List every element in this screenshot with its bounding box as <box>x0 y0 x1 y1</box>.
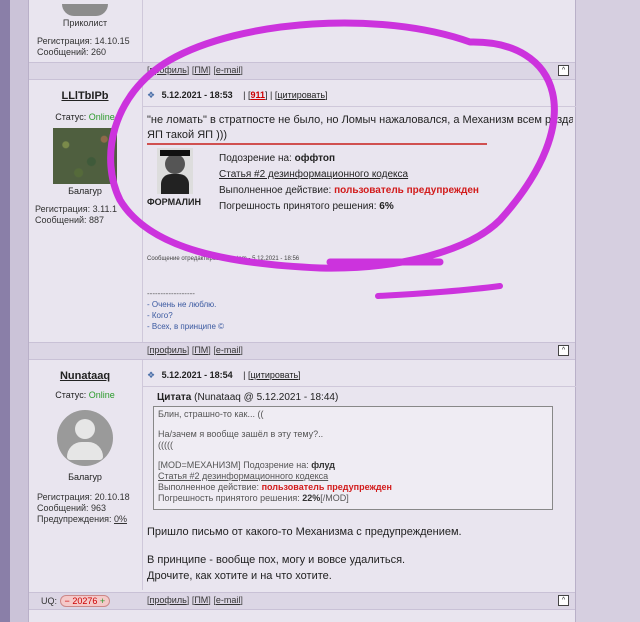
post-footer-row: UQ: − 20276 + [профиль] [ПМ] [e-mail] ^ <box>29 592 575 610</box>
post-date: 5.12.2021 - 18:53 <box>161 90 233 100</box>
mod-action: Выполненное действие: пользователь преду… <box>219 185 479 196</box>
edited-note: Сообщение отредактировал system - 5.12.2… <box>147 256 300 262</box>
registration-date: Регистрация: 3.11.1 <box>35 204 117 214</box>
message-count: Сообщений: 963 <box>37 503 107 513</box>
moderator-caption: ФОРМАЛИН <box>147 197 201 207</box>
mod-article: Статья #2 дезинформационного кодекса <box>219 169 409 180</box>
author-column: Nunataaq Статус: Online Балагур Регистра… <box>29 360 141 590</box>
left-sidebar-rail <box>0 0 10 622</box>
registration-date: Регистрация: 20.10.18 <box>37 492 130 502</box>
post-footer-links: [профиль] [ПМ] [e-mail] <box>147 595 243 605</box>
post-footer-row: [профиль] [ПМ] [e-mail] ^ <box>29 62 575 80</box>
quote-block: Блин, страшно-то как... (( На/зачем я во… <box>153 406 553 510</box>
post-link-icon[interactable]: ❖ <box>147 90 155 100</box>
moderator-avatar <box>157 148 193 194</box>
pm-link[interactable]: ПМ <box>194 65 208 75</box>
post-header: ❖ 5.12.2021 - 18:54 | [цитировать] <box>147 370 301 380</box>
author-column: Приколист Регистрация: 14.10.15 Сообщени… <box>29 0 141 62</box>
header-divider <box>143 106 576 107</box>
quote-link[interactable]: цитировать <box>277 90 325 100</box>
pm-link[interactable]: ПМ <box>194 595 208 605</box>
post-date: 5.12.2021 - 18:54 <box>161 370 233 380</box>
pm-link[interactable]: ПМ <box>194 345 208 355</box>
registration-date: Регистрация: 14.10.15 <box>37 36 130 46</box>
minus-icon[interactable]: − <box>65 596 70 606</box>
quote-header: Цитата (Nunataaq @ 5.12.2021 - 18:44) <box>157 392 339 403</box>
post-text: Пришло письмо от какого-то Механизма с п… <box>147 526 462 582</box>
mod-suspicion: Подозрение на: оффтоп <box>219 153 336 164</box>
message-count: Сообщений: 260 <box>37 47 107 57</box>
message-count: Сообщений: 887 <box>35 215 105 225</box>
left-sidebar-gutter <box>10 0 28 622</box>
moderation-block: ФОРМАЛИН Подозрение на: оффтоп Статья #2… <box>147 148 567 212</box>
plus-icon[interactable]: + <box>100 596 105 606</box>
author-nick: Приколист <box>62 18 108 28</box>
avatar <box>62 4 108 16</box>
post-number-link[interactable]: 911 <box>251 90 266 100</box>
moderation-divider <box>147 143 487 145</box>
message-column: ❖ 5.12.2021 - 18:53 | [911] | [цитироват… <box>142 80 576 342</box>
author-nick[interactable]: LLlTbIPb <box>61 90 108 102</box>
author-rank: Балагур <box>68 186 102 196</box>
scroll-top-icon[interactable]: ^ <box>558 595 569 606</box>
email-link[interactable]: e-mail <box>216 65 241 75</box>
post-text: "не ломать" в стратпосте не было, но Лом… <box>147 114 573 141</box>
avatar <box>53 128 117 184</box>
quote-mod: [MOD=МЕХАНИЗМ] Подозрение на: флуд <box>158 460 336 470</box>
post-footer-row: [профиль] [ПМ] [e-mail] ^ <box>29 342 575 360</box>
author-rank: Балагур <box>68 472 102 482</box>
message-column: ❖ 5.12.2021 - 18:54 | [цитировать] Цитат… <box>142 360 576 590</box>
mod-error: Погрешность принятого решения: 6% <box>219 201 394 212</box>
post-header: ❖ 5.12.2021 - 18:53 | [911] | [цитироват… <box>147 90 328 100</box>
email-link[interactable]: e-mail <box>216 345 241 355</box>
post-footer-links: [профиль] [ПМ] [e-mail] <box>147 65 243 75</box>
author-column: LLlTbIPb Статус: Online Балагур Регистра… <box>29 80 141 342</box>
uq-rating: UQ: − 20276 + <box>41 595 111 607</box>
post-link-icon[interactable]: ❖ <box>147 370 155 380</box>
warnings: Предупреждения: 0% <box>37 514 127 524</box>
post-footer-links: [профиль] [ПМ] [e-mail] <box>147 345 243 355</box>
profile-link[interactable]: профиль <box>150 65 187 75</box>
message-column <box>142 0 576 62</box>
uq-value[interactable]: − 20276 + <box>59 595 111 607</box>
scroll-top-icon[interactable]: ^ <box>558 65 569 76</box>
header-divider <box>143 386 576 387</box>
quote-link[interactable]: цитировать <box>251 370 299 380</box>
profile-link[interactable]: профиль <box>150 345 187 355</box>
avatar <box>29 410 141 466</box>
email-link[interactable]: e-mail <box>216 595 241 605</box>
signature: ------------------ - Очень не люблю. - К… <box>147 289 225 331</box>
author-status: Статус: Online <box>55 390 115 400</box>
forum-thread: Приколист Регистрация: 14.10.15 Сообщени… <box>28 0 576 622</box>
scroll-top-icon[interactable]: ^ <box>558 345 569 356</box>
author-status: Статус: Online <box>55 112 115 122</box>
profile-link[interactable]: профиль <box>150 595 187 605</box>
author-nick[interactable]: Nunataaq <box>60 370 110 382</box>
